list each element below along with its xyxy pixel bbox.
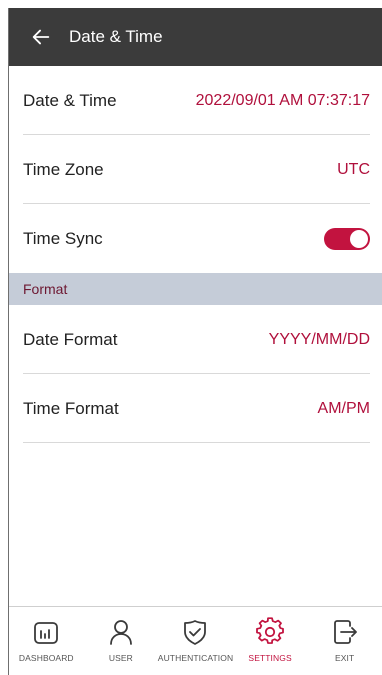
nav-dashboard[interactable]: DASHBOARD: [9, 607, 83, 663]
shield-check-icon: [184, 620, 207, 645]
date-time-value: 2022/09/01 AM 07:37:17: [195, 91, 370, 109]
time-sync-row: Time Sync: [9, 204, 382, 273]
time-zone-label: Time Zone: [23, 159, 104, 179]
nav-authentication[interactable]: AUTHENTICATION: [157, 607, 234, 663]
nav-label: SETTINGS: [248, 653, 292, 663]
nav-label: EXIT: [335, 653, 355, 663]
date-format-value: YYYY/MM/DD: [268, 330, 370, 348]
nav-label: USER: [108, 653, 133, 663]
time-zone-row[interactable]: Time Zone UTC: [9, 135, 382, 204]
page-title: Date & Time: [69, 27, 163, 46]
nav-user[interactable]: USER: [84, 607, 158, 663]
time-zone-value: UTC: [337, 160, 370, 178]
app-bar: Date & Time: [9, 8, 382, 66]
time-format-row[interactable]: Time Format AM/PM: [9, 374, 382, 443]
app-frame: Date & Time Date & Time 2022/09/01 AM 07…: [8, 8, 382, 675]
back-button[interactable]: [19, 8, 63, 66]
dashboard-icon: [34, 622, 59, 644]
time-format-value: AM/PM: [317, 399, 370, 417]
user-icon: [109, 620, 132, 645]
date-time-label: Date & Time: [23, 90, 117, 110]
date-format-label: Date Format: [23, 329, 118, 349]
exit-icon: [333, 620, 357, 644]
format-section-header: Format: [9, 273, 382, 305]
toggle-knob: [350, 229, 368, 248]
gear-icon: [256, 617, 284, 644]
time-sync-label: Time Sync: [23, 228, 103, 248]
arrow-left-icon: [32, 29, 50, 45]
nav-exit[interactable]: EXIT: [308, 607, 382, 663]
nav-label: AUTHENTICATION: [157, 653, 234, 663]
date-format-row[interactable]: Date Format YYYY/MM/DD: [9, 305, 382, 374]
time-format-label: Time Format: [23, 398, 119, 418]
time-sync-toggle[interactable]: [324, 227, 370, 250]
nav-settings[interactable]: SETTINGS: [233, 607, 307, 663]
section-title: Format: [23, 281, 68, 297]
date-time-row[interactable]: Date & Time 2022/09/01 AM 07:37:17: [9, 66, 382, 135]
nav-label: DASHBOARD: [18, 653, 74, 663]
bottom-nav: DASHBOARD USER AUTHENTICATION SETTINGS E…: [9, 606, 382, 675]
